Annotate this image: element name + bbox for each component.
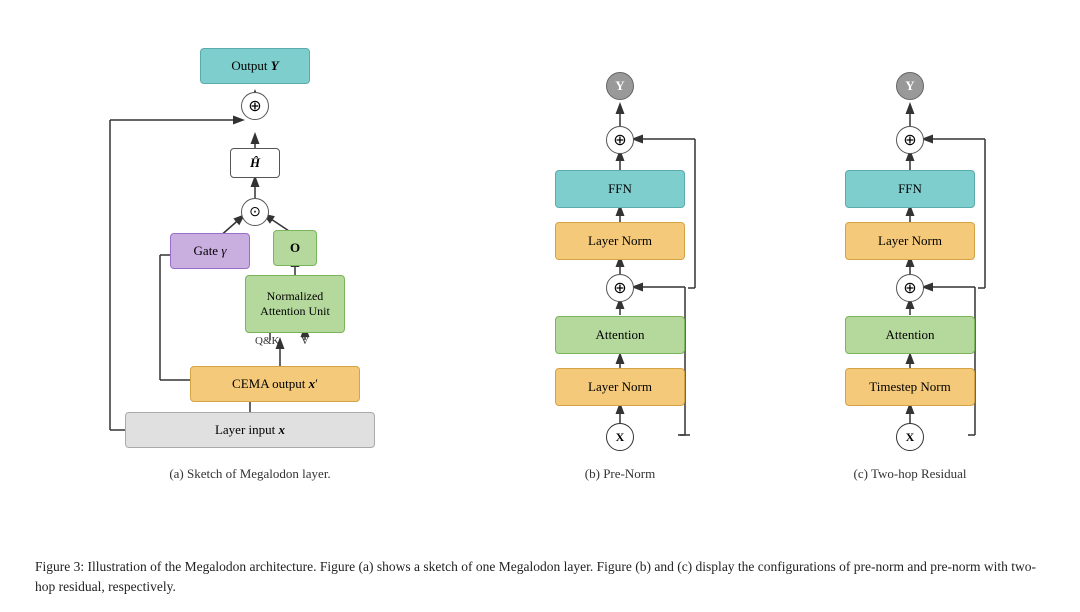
diagram-b-inner: Y ⊕ FFN Layer Norm ⊕ Attention [530, 30, 710, 460]
qk-label: Q&K [255, 335, 279, 347]
caption-b: (b) Pre-Norm [585, 466, 655, 482]
cema-box: CEMA output x′ [190, 366, 360, 402]
add-ffn-c: ⊕ [896, 126, 924, 154]
figure-caption-text: Figure 3: Illustration of the Megalodon … [35, 559, 1036, 594]
attention-box-c: Attention [845, 316, 975, 354]
ffn-label-b: FFN [608, 181, 632, 197]
nau-label: NormalizedAttention Unit [260, 289, 330, 319]
add-attn-b: ⊕ [606, 274, 634, 302]
caption-c: (c) Two-hop Residual [854, 466, 967, 482]
add-circle-top: ⊕ [241, 92, 269, 120]
timestep-norm-label-c: Timestep Norm [869, 379, 951, 395]
layer-norm-top-c: Layer Norm [845, 222, 975, 260]
output-box: Output Y [200, 48, 310, 84]
nau-box: NormalizedAttention Unit [245, 275, 345, 333]
cema-label: CEMA output x′ [232, 376, 318, 392]
figure-caption: Figure 3: Illustration of the Megalodon … [30, 557, 1050, 598]
output-label: Output Y [231, 58, 278, 74]
diagram-a-inner: Output Y ⊕ Ĥ ⊙ Gate γ O [80, 30, 420, 460]
attention-label-b: Attention [595, 327, 644, 343]
x-circle-c: X [896, 423, 924, 451]
diagram-c: Y ⊕ FFN Layer Norm ⊕ Attention [770, 20, 1050, 482]
diagram-a: Output Y ⊕ Ĥ ⊙ Gate γ O [30, 20, 470, 482]
timestep-norm-box-c: Timestep Norm [845, 368, 975, 406]
y-circle-c: Y [896, 72, 924, 100]
caption-a: (a) Sketch of Megalodon layer. [169, 466, 330, 482]
o-box: O [273, 230, 317, 266]
ffn-label-c: FFN [898, 181, 922, 197]
layer-input-label: Layer input x [215, 422, 285, 438]
h-hat-label: Ĥ [250, 155, 260, 171]
layer-input-box: Layer input x [125, 412, 375, 448]
layer-norm-top-label-b: Layer Norm [588, 233, 652, 249]
v-label: V [301, 335, 309, 347]
add-ffn-b: ⊕ [606, 126, 634, 154]
diagram-c-inner: Y ⊕ FFN Layer Norm ⊕ Attention [820, 30, 1000, 460]
layer-norm-top-label-c: Layer Norm [878, 233, 942, 249]
hadamard-circle: ⊙ [241, 198, 269, 226]
attention-label-c: Attention [885, 327, 934, 343]
main-container: Output Y ⊕ Ĥ ⊙ Gate γ O [0, 0, 1080, 612]
gate-box: Gate γ [170, 233, 250, 269]
diagram-b: Y ⊕ FFN Layer Norm ⊕ Attention [480, 20, 760, 482]
ffn-box-c: FFN [845, 170, 975, 208]
h-hat-box: Ĥ [230, 148, 280, 178]
layer-norm-bot-label-b: Layer Norm [588, 379, 652, 395]
diagrams-row: Output Y ⊕ Ĥ ⊙ Gate γ O [30, 20, 1050, 547]
ffn-box-b: FFN [555, 170, 685, 208]
y-circle-b: Y [606, 72, 634, 100]
o-label: O [290, 240, 300, 256]
attention-box-b: Attention [555, 316, 685, 354]
gate-label: Gate γ [194, 243, 227, 259]
add-attn-c: ⊕ [896, 274, 924, 302]
x-circle-b: X [606, 423, 634, 451]
layer-norm-bot-b: Layer Norm [555, 368, 685, 406]
layer-norm-top-b: Layer Norm [555, 222, 685, 260]
